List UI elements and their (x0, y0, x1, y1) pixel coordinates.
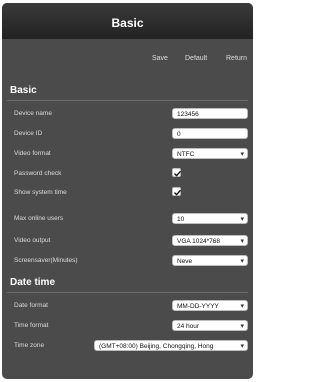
time-format-select[interactable]: 24 hour ▾ (172, 320, 248, 331)
device-id-input[interactable]: 0 (172, 128, 248, 139)
default-button[interactable]: Default (185, 55, 207, 62)
chevron-down-icon: ▾ (240, 343, 244, 350)
date-format-value: MM-DD-YYYY (177, 303, 219, 310)
show-system-time-label: Show system time (14, 189, 67, 196)
device-id-label: Device ID (14, 130, 43, 137)
video-output-value: VGA 1024*768 (177, 238, 221, 245)
password-check-label: Password check (14, 170, 62, 177)
date-format-label: Date format (14, 302, 48, 309)
video-output-label: Video output (14, 237, 51, 244)
save-button[interactable]: Save (152, 55, 168, 62)
device-name-label: Device name (14, 110, 52, 117)
date-time-section-title: Date time (10, 277, 56, 288)
window-title: Basic (111, 16, 144, 30)
date-format-select[interactable]: MM-DD-YYYY ▾ (172, 300, 248, 311)
time-zone-label: Time zone (14, 342, 45, 349)
divider (7, 100, 248, 101)
time-format-value: 24 hour (177, 323, 200, 330)
checkmark-icon (174, 170, 182, 177)
chevron-down-icon: ▾ (240, 303, 244, 310)
video-format-select[interactable]: NTFC ▾ (172, 148, 248, 159)
app-window: Basic Save Default Return Basic Device n… (2, 3, 253, 379)
time-zone-select[interactable]: (GMT+08:00) Beijing, Chongqing, Hong ▾ (94, 340, 248, 351)
time-format-label: Time format (14, 322, 49, 329)
time-zone-value: (GMT+08:00) Beijing, Chongqing, Hong (99, 343, 214, 350)
chevron-down-icon: ▾ (240, 151, 244, 158)
video-format-label: Video format (14, 150, 51, 157)
return-button[interactable]: Return (226, 55, 247, 62)
max-online-users-label: Max online users (14, 215, 64, 222)
max-online-users-value: 10 (177, 216, 185, 223)
screensaver-value: Neve (177, 258, 193, 265)
video-output-select[interactable]: VGA 1024*768 ▾ (172, 235, 248, 246)
checkmark-icon (174, 189, 182, 196)
chevron-down-icon: ▾ (240, 238, 244, 245)
toolbar: Save Default Return (2, 39, 253, 77)
device-name-input[interactable]: 123456 (172, 108, 248, 119)
screensaver-label: Screensaver(Minutes) (14, 257, 78, 264)
max-online-users-select[interactable]: 10 ▾ (172, 213, 248, 224)
chevron-down-icon: ▾ (240, 323, 244, 330)
basic-section-title: Basic (10, 85, 37, 96)
chevron-down-icon: ▾ (240, 258, 244, 265)
divider (7, 292, 248, 293)
show-system-time-checkbox[interactable] (172, 187, 182, 196)
screensaver-select[interactable]: Neve ▾ (172, 255, 248, 266)
title-bar: Basic (2, 3, 253, 39)
video-format-value: NTFC (177, 151, 195, 158)
password-check-checkbox[interactable] (172, 168, 182, 177)
chevron-down-icon: ▾ (240, 216, 244, 223)
